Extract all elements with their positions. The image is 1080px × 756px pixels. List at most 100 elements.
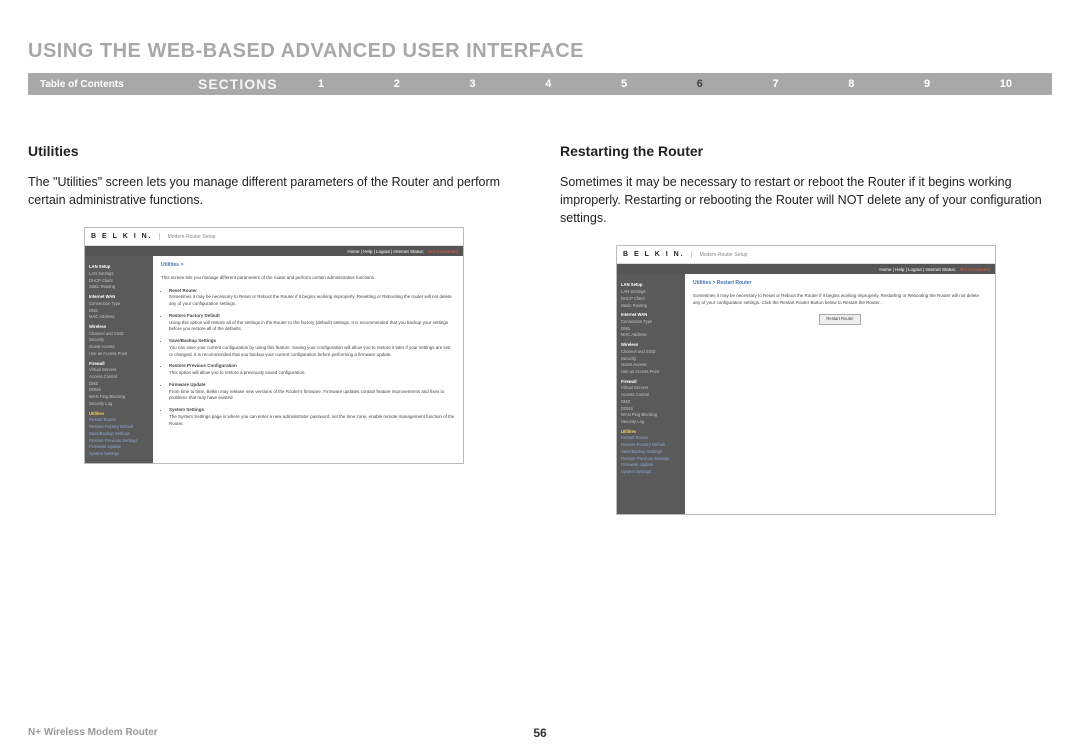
utility-item: Save/Backup SettingsYou can save your cu…: [169, 338, 455, 358]
nav-item[interactable]: Restore Previous Settings: [621, 456, 681, 463]
utility-item: System SettingsThe System Settings page …: [169, 407, 455, 427]
page-title: USING THE WEB-BASED ADVANCED USER INTERF…: [28, 40, 1052, 63]
nav-item[interactable]: Access Control: [621, 392, 681, 399]
nav-item[interactable]: DNS: [89, 308, 149, 315]
section-link-2[interactable]: 2: [394, 78, 400, 90]
nav-group: Utilities: [621, 429, 681, 436]
nav-item[interactable]: Guest Access: [621, 362, 681, 369]
restart-lead: Sometimes it may be necessary to restart…: [560, 173, 1052, 227]
section-bar: Table of Contents SECTIONS 1 2 3 4 5 6 7 8 9 10: [28, 73, 1052, 95]
section-link-9[interactable]: 9: [924, 78, 930, 90]
nav-item[interactable]: Restart Router: [621, 435, 681, 442]
nav-item[interactable]: LAN Settings: [621, 289, 681, 296]
nav-item[interactable]: Security: [621, 356, 681, 363]
page-number: 56: [533, 726, 546, 740]
utilities-heading: Utilities: [28, 143, 520, 159]
breadcrumb: Utilities >: [161, 262, 455, 270]
section-link-8[interactable]: 8: [848, 78, 854, 90]
shot-header-links: Home | Help | Logout | Internet Status:: [879, 267, 956, 272]
page-footer: N+ Wireless Modem Router 56: [0, 727, 1080, 738]
shot-status: Not Connected: [428, 249, 458, 254]
nav-item[interactable]: Access Control: [89, 374, 149, 381]
utility-item-desc: This option will allow you to restore a …: [169, 370, 455, 377]
belkin-logo: B E L K I N.: [623, 251, 692, 258]
nav-item[interactable]: Connection Type: [89, 301, 149, 308]
sections-label: SECTIONS: [198, 76, 318, 92]
section-link-6[interactable]: 6: [697, 78, 703, 90]
nav-group: Internet WAN: [89, 294, 149, 301]
nav-group: LAN Setup: [621, 282, 681, 289]
toc-link[interactable]: Table of Contents: [28, 79, 198, 90]
nav-item[interactable]: DNS: [621, 326, 681, 333]
nav-item[interactable]: Security Log: [89, 401, 149, 408]
nav-item[interactable]: MAC Address: [89, 314, 149, 321]
section-link-4[interactable]: 4: [545, 78, 551, 90]
nav-item[interactable]: DMZ: [621, 399, 681, 406]
nav-item[interactable]: System Settings: [621, 469, 681, 476]
nav-item[interactable]: Restore Factory Default: [89, 424, 149, 431]
nav-item[interactable]: Connection Type: [621, 319, 681, 326]
shot-content: Utilities > This screen lets you manage …: [153, 256, 463, 462]
section-link-7[interactable]: 7: [773, 78, 779, 90]
shot-title: Modem-Router Setup: [160, 234, 216, 240]
nav-item[interactable]: Security Log: [621, 419, 681, 426]
nav-group: Firewall: [89, 361, 149, 368]
section-link-5[interactable]: 5: [621, 78, 627, 90]
nav-item[interactable]: Restore Previous Settings: [89, 438, 149, 445]
nav-group: Firewall: [621, 379, 681, 386]
utility-item-desc: From time to time, Belkin may release ne…: [169, 389, 455, 403]
section-link-10[interactable]: 10: [1000, 78, 1012, 90]
nav-item[interactable]: Use as Access Point: [89, 351, 149, 358]
utility-item-title: Save/Backup Settings: [169, 338, 455, 345]
section-link-3[interactable]: 3: [470, 78, 476, 90]
nav-item[interactable]: Save/Backup Settings: [89, 431, 149, 438]
nav-item[interactable]: Firmware Update: [621, 462, 681, 469]
nav-item[interactable]: Channel and SSID: [621, 349, 681, 356]
nav-item[interactable]: Use as Access Point: [621, 369, 681, 376]
nav-item[interactable]: DDNS: [621, 406, 681, 413]
nav-item[interactable]: MAC Address: [621, 332, 681, 339]
restart-heading: Restarting the Router: [560, 143, 1052, 159]
nav-item[interactable]: Firmware Update: [89, 444, 149, 451]
nav-item[interactable]: LAN Settings: [89, 271, 149, 278]
nav-item[interactable]: Save/Backup Settings: [621, 449, 681, 456]
section-link-1[interactable]: 1: [318, 78, 324, 90]
nav-group: Wireless: [621, 342, 681, 349]
nav-item[interactable]: Static Routing: [89, 284, 149, 291]
utility-item: Reset RouterSometimes it may be necessar…: [169, 288, 455, 308]
nav-item[interactable]: WAN Ping Blocking: [621, 412, 681, 419]
utility-item: Restore Previous ConfigurationThis optio…: [169, 363, 455, 377]
nav-item[interactable]: Restore Factory Default: [621, 442, 681, 449]
restart-router-button[interactable]: Restart Router: [819, 314, 860, 324]
shot-header-links: Home | Help | Logout | Internet Status:: [347, 249, 424, 254]
nav-item[interactable]: Channel and SSID: [89, 331, 149, 338]
nav-item[interactable]: Guest Access: [89, 344, 149, 351]
nav-item[interactable]: DHCP Client: [89, 278, 149, 285]
utility-item-title: Restore Previous Configuration: [169, 363, 455, 370]
nav-item[interactable]: WAN Ping Blocking: [89, 394, 149, 401]
utility-item: Restore Factory DefaultUsing this option…: [169, 313, 455, 333]
right-column: Restarting the Router Sometimes it may b…: [560, 143, 1052, 515]
nav-item[interactable]: Security: [89, 337, 149, 344]
nav-item[interactable]: Restart Router: [89, 417, 149, 424]
restart-screenshot: B E L K I N. Modem-Router Setup Home | H…: [616, 245, 996, 515]
nav-group: Utilities: [89, 411, 149, 418]
nav-item[interactable]: Virtual Servers: [621, 385, 681, 392]
utility-item-desc: Sometimes it may be necessary to Reset o…: [169, 294, 455, 308]
utility-item-desc: The System Settings page is where you ca…: [169, 414, 455, 428]
nav-item[interactable]: DHCP Client: [621, 296, 681, 303]
shot-intro: This screen lets you manage different pa…: [161, 275, 455, 282]
utility-item-title: System Settings: [169, 407, 455, 414]
shot-status: Not Connected: [960, 267, 990, 272]
nav-item[interactable]: Virtual Servers: [89, 367, 149, 374]
nav-item[interactable]: DDNS: [89, 387, 149, 394]
nav-item[interactable]: DMZ: [89, 381, 149, 388]
nav-group: Wireless: [89, 324, 149, 331]
nav-item[interactable]: Static Routing: [621, 303, 681, 310]
product-name: N+ Wireless Modem Router: [28, 727, 158, 738]
utilities-screenshot: B E L K I N. Modem-Router Setup Home | H…: [84, 227, 464, 463]
nav-item[interactable]: System Settings: [89, 451, 149, 458]
utilities-lead: The "Utilities" screen lets you manage d…: [28, 173, 520, 209]
left-column: Utilities The "Utilities" screen lets yo…: [28, 143, 520, 515]
utility-item-title: Restore Factory Default: [169, 313, 455, 320]
